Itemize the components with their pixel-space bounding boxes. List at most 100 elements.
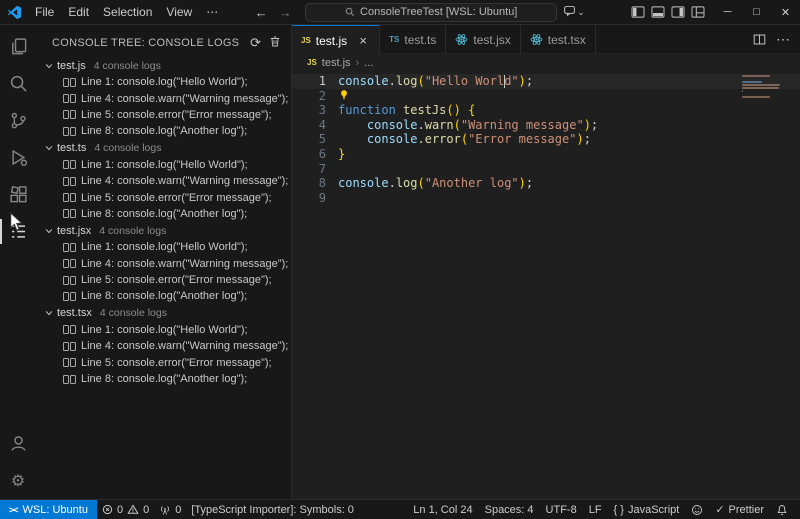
menu-more[interactable]: ⋯ [199,2,225,23]
console-log-icon [63,160,76,169]
menu-file[interactable]: File [28,2,61,23]
js-file-icon: JS [301,36,311,45]
tree-item[interactable]: Line 4: console.warn("Warning message"); [36,256,291,272]
tree-item[interactable]: Line 5: console.error("Error message"); [36,354,291,370]
braces-icon: { } [614,504,624,516]
tree-group-test-ts[interactable]: test.ts4 console logs [36,140,291,157]
toggle-sidebar-icon[interactable] [631,6,645,18]
code-line[interactable]: 5 console.error("Error message"); [292,132,800,147]
tree-item[interactable]: Line 5: console.error("Error message"); [36,272,291,288]
tab-test-ts[interactable]: TStest.ts [380,25,446,54]
code-line[interactable]: 3function testJs() { [292,103,800,118]
formatter-indicator[interactable]: ✓ Prettier [709,500,770,519]
code-line[interactable]: 9 [292,191,800,206]
encoding-setting[interactable]: UTF-8 [540,500,583,519]
tree-item[interactable]: Line 4: console.warn("Warning message"); [36,90,291,106]
tree-item-label: Line 5: console.error("Error message"); [81,357,272,369]
check-icon: ✓ [715,503,724,516]
eol-setting[interactable]: LF [583,500,608,519]
tab-test-js[interactable]: JStest.js× [292,25,380,55]
toggle-panel-icon[interactable] [651,6,665,18]
more-actions-icon[interactable]: ⋯ [776,31,790,48]
console-log-icon [63,325,76,334]
code-line[interactable]: 2 [292,89,800,104]
tree-item-label: Line 4: console.warn("Warning message"); [81,93,288,105]
accounts-icon[interactable] [0,425,36,462]
cursor-position[interactable]: Ln 1, Col 24 [407,500,478,519]
tab-test-tsx[interactable]: test.tsx [521,25,596,54]
extensions-icon[interactable] [0,176,36,213]
menu-selection[interactable]: Selection [96,2,159,23]
toggle-secondary-sidebar-icon[interactable] [671,6,685,18]
console-log-icon [63,177,76,186]
notifications-button[interactable] [770,500,794,519]
status-message[interactable]: [TypeScript Importer]: Symbols: 0 [186,500,359,519]
tree-item[interactable]: Line 1: console.log("Hello World"); [36,74,291,90]
code-line[interactable]: 7 [292,162,800,177]
tree-item-label: Line 5: console.error("Error message"); [81,109,272,121]
tree-group-test-js[interactable]: test.js4 console logs [36,57,291,74]
tree-group-test-tsx[interactable]: test.tsx4 console logs [36,305,291,322]
maximize-button[interactable]: □ [742,0,771,25]
code-text: console.log("Another log"); [338,176,533,191]
menu-view[interactable]: View [159,2,199,23]
radio-tower-icon [159,504,171,516]
feedback-button[interactable] [685,500,709,519]
lightbulb-icon[interactable] [339,89,349,100]
back-button[interactable]: ← [251,5,271,20]
tree-item[interactable]: Line 4: console.warn("Warning message"); [36,173,291,189]
close-button[interactable]: ✕ [771,0,800,25]
tree-item[interactable]: Line 1: console.log("Hello World"); [36,239,291,255]
tree-item[interactable]: Line 1: console.log("Hello World"); [36,157,291,173]
run-debug-icon[interactable] [0,139,36,176]
ports-indicator[interactable]: 0 [154,500,186,519]
tree-item[interactable]: Line 1: console.log("Hello World"); [36,322,291,338]
tree-item[interactable]: Line 8: console.log("Another log"); [36,123,291,139]
trash-icon[interactable] [269,35,281,51]
tree-item[interactable]: Line 5: console.error("Error message"); [36,107,291,123]
tree-group-test-jsx[interactable]: test.jsx4 console logs [36,222,291,239]
tree-item[interactable]: Line 8: console.log("Another log"); [36,371,291,387]
refresh-icon[interactable]: ⟳ [250,35,261,51]
code-editor[interactable]: 1console.log("Hello World");23function t… [292,71,800,499]
command-center[interactable]: ConsoleTreeTest [WSL: Ubuntu] [305,3,557,22]
code-line[interactable]: 6} [292,147,800,162]
tree-item-label: Line 8: console.log("Another log"); [81,208,247,220]
tree-group-label: test.tsx [57,307,92,319]
explorer-icon[interactable] [0,28,36,65]
console-tree-view-icon[interactable] [0,213,36,250]
console-log-icon [63,110,76,119]
tree-item[interactable]: Line 4: console.warn("Warning message"); [36,338,291,354]
console-log-icon [63,78,76,87]
problems-indicator[interactable]: 0 0 [97,500,154,519]
react-file-icon [455,33,468,46]
minimize-button[interactable]: ─ [713,0,742,25]
forward-button[interactable]: → [275,5,295,20]
tab-label: test.tsx [548,33,586,47]
tree-item[interactable]: Line 8: console.log("Another log"); [36,288,291,304]
code-line[interactable]: 1console.log("Hello World"); [292,74,800,89]
remote-indicator[interactable]: >< WSL: Ubuntu [0,500,97,519]
tab-test-jsx[interactable]: test.jsx [446,25,520,54]
menu-edit[interactable]: Edit [61,2,96,23]
search-view-icon[interactable] [0,65,36,102]
console-log-icon [63,375,76,384]
error-icon [102,504,113,515]
tree-item[interactable]: Line 8: console.log("Another log"); [36,206,291,222]
customize-layout-icon[interactable] [691,6,705,18]
line-number: 8 [292,176,326,191]
indentation-setting[interactable]: Spaces: 4 [479,500,540,519]
breadcrumb[interactable]: JS test.js › ... [292,54,800,71]
tree-item-label: Line 5: console.error("Error message"); [81,274,272,286]
language-mode[interactable]: { } JavaScript [608,500,686,519]
close-icon[interactable]: × [356,33,370,48]
code-line[interactable]: 4 console.warn("Warning message"); [292,118,800,133]
source-control-icon[interactable] [0,102,36,139]
code-line[interactable]: 8 console.log("Another log"); [292,176,800,191]
console-log-icon [63,243,76,252]
title-bar: FileEditSelectionView⋯ ← → ConsoleTreeTe… [0,0,800,25]
tree-item[interactable]: Line 5: console.error("Error message"); [36,189,291,205]
split-editor-icon[interactable] [753,33,766,46]
chat-button[interactable]: ⌄ [563,4,585,20]
settings-gear-icon[interactable]: ⚙ [0,462,36,499]
